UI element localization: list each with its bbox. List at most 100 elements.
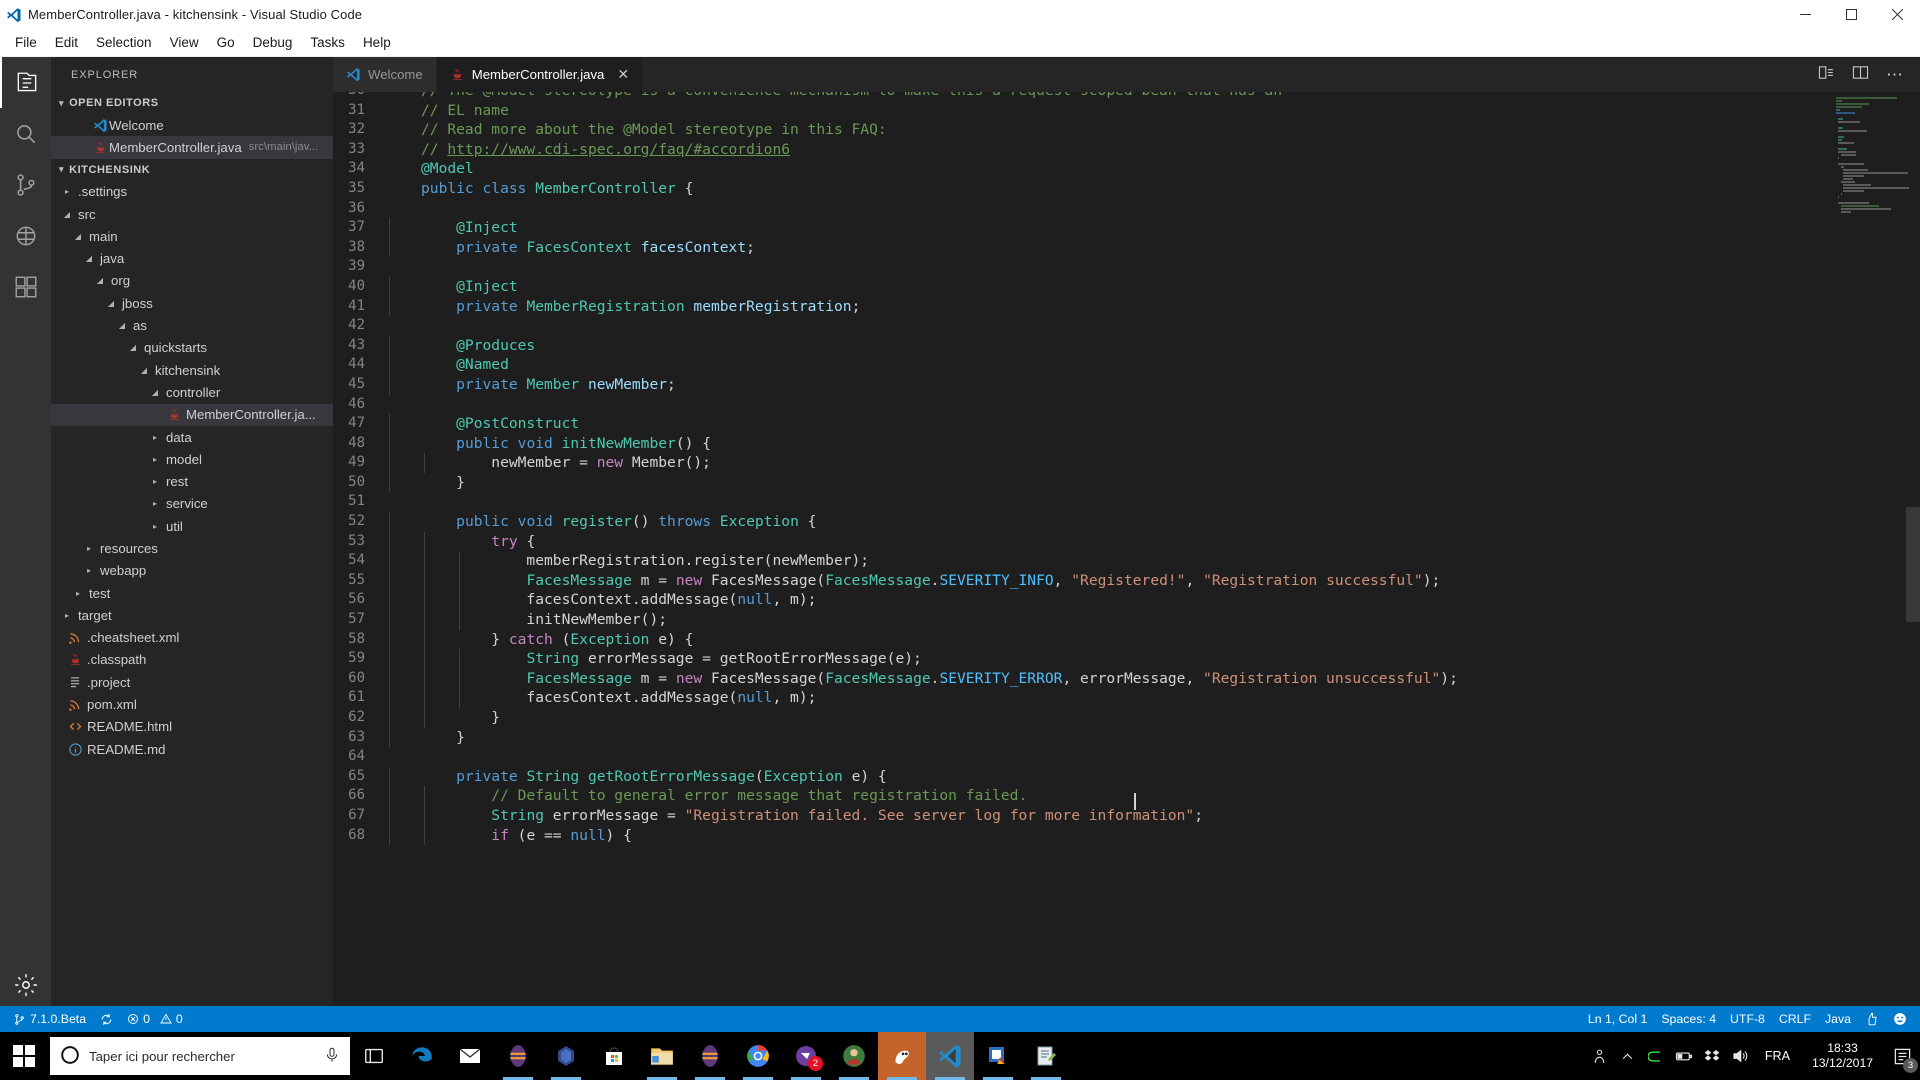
tree-folder-row[interactable]: ◢ java bbox=[51, 247, 333, 269]
menu-item-tasks[interactable]: Tasks bbox=[301, 32, 354, 53]
task-view-icon[interactable] bbox=[350, 1032, 398, 1080]
gimp-icon[interactable] bbox=[878, 1032, 926, 1080]
chevron-down-icon[interactable]: ◢ bbox=[105, 299, 117, 308]
code-text[interactable]: initNewMember(); bbox=[389, 610, 1828, 630]
code-text[interactable] bbox=[389, 747, 1828, 767]
code-text[interactable]: String errorMessage = "Registration fail… bbox=[389, 805, 1828, 826]
tree-folder-row[interactable]: ▸ target bbox=[51, 604, 333, 626]
tree-folder-row[interactable]: ▸ service bbox=[51, 493, 333, 515]
activity-debug[interactable] bbox=[0, 210, 51, 261]
close-button[interactable] bbox=[1874, 0, 1920, 29]
chevron-down-icon[interactable]: ◢ bbox=[127, 343, 139, 352]
chevron-right-icon[interactable]: ▸ bbox=[149, 433, 161, 442]
chevron-right-icon[interactable]: ▸ bbox=[149, 499, 161, 508]
code-text[interactable]: // Read more about the @Model stereotype… bbox=[389, 120, 1828, 140]
code-text[interactable] bbox=[389, 395, 1828, 415]
status-problems[interactable]: 0 0 bbox=[120, 1006, 190, 1032]
activity-source-control[interactable] bbox=[0, 159, 51, 210]
status-sync[interactable] bbox=[93, 1006, 120, 1032]
tree-folder-row[interactable]: ◢ kitchensink bbox=[51, 359, 333, 381]
chevron-down-icon[interactable]: ◢ bbox=[138, 366, 150, 375]
tweetdeck-icon[interactable]: 2 bbox=[782, 1032, 830, 1080]
microsoft-store-icon[interactable] bbox=[590, 1032, 638, 1080]
activity-settings[interactable] bbox=[0, 972, 51, 998]
editor-scrollbar-thumb[interactable] bbox=[1906, 507, 1920, 622]
tree-folder-row[interactable]: ▸ .settings bbox=[51, 181, 333, 203]
activity-explorer[interactable] bbox=[0, 57, 51, 108]
tree-folder-row[interactable]: ▸ rest bbox=[51, 470, 333, 492]
chevron-right-icon[interactable]: ▸ bbox=[149, 522, 161, 531]
tree-file-row[interactable]: README.md bbox=[51, 738, 333, 760]
code-text[interactable] bbox=[389, 492, 1828, 512]
tree-folder-row[interactable]: ▸ data bbox=[51, 426, 333, 448]
tree-folder-row[interactable]: ◢ main bbox=[51, 225, 333, 247]
editor-tab[interactable]: MemberController.java ✕ bbox=[436, 57, 644, 92]
tree-folder-row[interactable]: ◢ src bbox=[51, 203, 333, 225]
editor-scrollbar[interactable] bbox=[1906, 92, 1920, 1006]
code-text[interactable]: facesContext.addMessage(null, m); bbox=[389, 590, 1828, 611]
status-branch[interactable]: 7.1.0.Beta bbox=[6, 1006, 93, 1032]
status-eol[interactable]: CRLF bbox=[1772, 1006, 1818, 1032]
tree-folder-row[interactable]: ▸ resources bbox=[51, 537, 333, 559]
code-text[interactable]: @Inject bbox=[389, 218, 1828, 238]
code-text[interactable] bbox=[389, 199, 1828, 219]
tree-folder-row[interactable]: ◢ controller bbox=[51, 381, 333, 403]
close-icon[interactable]: ✕ bbox=[617, 66, 629, 83]
taskbar-search-box[interactable]: Taper ici pour rechercher bbox=[50, 1037, 350, 1075]
code-text[interactable]: // http://www.cdi-spec.org/faq/#accordio… bbox=[389, 140, 1828, 160]
code-text[interactable]: } bbox=[389, 472, 1828, 493]
menu-item-go[interactable]: Go bbox=[208, 32, 244, 53]
code-text[interactable]: private String getRootErrorMessage(Excep… bbox=[389, 766, 1828, 787]
open-editor-item[interactable]: Welcome bbox=[51, 114, 333, 136]
chevron-down-icon[interactable]: ◢ bbox=[61, 210, 73, 219]
code-text[interactable]: private MemberRegistration memberRegistr… bbox=[389, 296, 1828, 317]
status-language-mode[interactable]: Java bbox=[1818, 1006, 1858, 1032]
tree-folder-row[interactable]: ◢ as bbox=[51, 314, 333, 336]
code-text[interactable]: FacesMessage m = new FacesMessage(FacesM… bbox=[389, 570, 1828, 591]
open-editor-item[interactable]: MemberController.java src\main\jav... bbox=[51, 136, 333, 159]
tree-file-row[interactable]: .cheatsheet.xml bbox=[51, 627, 333, 649]
status-indentation[interactable]: Spaces: 4 bbox=[1654, 1006, 1723, 1032]
code-text[interactable]: // The @Model stereotype is a convenienc… bbox=[389, 92, 1828, 101]
code-text[interactable]: public void initNewMember() { bbox=[389, 433, 1828, 454]
code-text[interactable]: @Produces bbox=[389, 335, 1828, 356]
vscode-icon[interactable] bbox=[926, 1032, 974, 1080]
code-text[interactable]: newMember = new Member(); bbox=[389, 453, 1828, 473]
tree-file-row[interactable]: README.html bbox=[51, 716, 333, 738]
tree-folder-row[interactable]: ◢ jboss bbox=[51, 292, 333, 314]
show-hidden-icons-chevron-icon[interactable] bbox=[1614, 1032, 1642, 1080]
code-text[interactable]: private Member newMember; bbox=[389, 374, 1828, 395]
split-editor-icon[interactable] bbox=[1852, 64, 1869, 86]
chevron-right-icon[interactable]: ▸ bbox=[61, 611, 73, 620]
activity-extensions[interactable] bbox=[0, 261, 51, 312]
code-text[interactable]: facesContext.addMessage(null, m); bbox=[389, 688, 1828, 708]
code-scroll-area[interactable]: 30 // The @Model stereotype is a convenie… bbox=[333, 92, 1828, 1006]
chevron-down-icon[interactable]: ◢ bbox=[83, 254, 95, 263]
status-smiley[interactable] bbox=[1886, 1006, 1914, 1032]
notepad-icon[interactable] bbox=[1022, 1032, 1070, 1080]
tree-file-row[interactable]: MemberController.ja... bbox=[51, 403, 333, 426]
tree-file-row[interactable]: .classpath bbox=[51, 649, 333, 671]
green-app-icon[interactable] bbox=[1642, 1032, 1670, 1080]
code-text[interactable]: } bbox=[389, 708, 1828, 728]
menu-item-help[interactable]: Help bbox=[354, 32, 400, 53]
windows-start-icon[interactable] bbox=[0, 1032, 48, 1080]
eclipse-icon[interactable] bbox=[494, 1032, 542, 1080]
menu-item-view[interactable]: View bbox=[161, 32, 208, 53]
tree-folder-row[interactable]: ◢ quickstarts bbox=[51, 337, 333, 359]
code-text[interactable] bbox=[389, 316, 1828, 336]
tree-folder-row[interactable]: ▸ model bbox=[51, 448, 333, 470]
code-text[interactable]: } catch (Exception e) { bbox=[389, 629, 1828, 650]
code-text[interactable] bbox=[389, 257, 1828, 277]
tree-file-row[interactable]: pom.xml bbox=[51, 693, 333, 715]
project-section-header[interactable]: ▾ KITCHENSINK bbox=[51, 158, 333, 181]
chevron-right-icon[interactable]: ▸ bbox=[72, 589, 84, 598]
code-text[interactable]: String errorMessage = getRootErrorMessag… bbox=[389, 649, 1828, 669]
code-text[interactable]: // Default to general error message that… bbox=[389, 786, 1828, 806]
taskbar-clock[interactable]: 18:33 13/12/2017 bbox=[1801, 1041, 1884, 1071]
code-text[interactable]: memberRegistration.register(newMember); bbox=[389, 551, 1828, 571]
code-text[interactable]: try { bbox=[389, 531, 1828, 552]
code-text[interactable]: // EL name bbox=[389, 101, 1828, 121]
more-actions-icon[interactable]: ⋯ bbox=[1886, 66, 1903, 83]
volume-icon[interactable] bbox=[1726, 1032, 1754, 1080]
